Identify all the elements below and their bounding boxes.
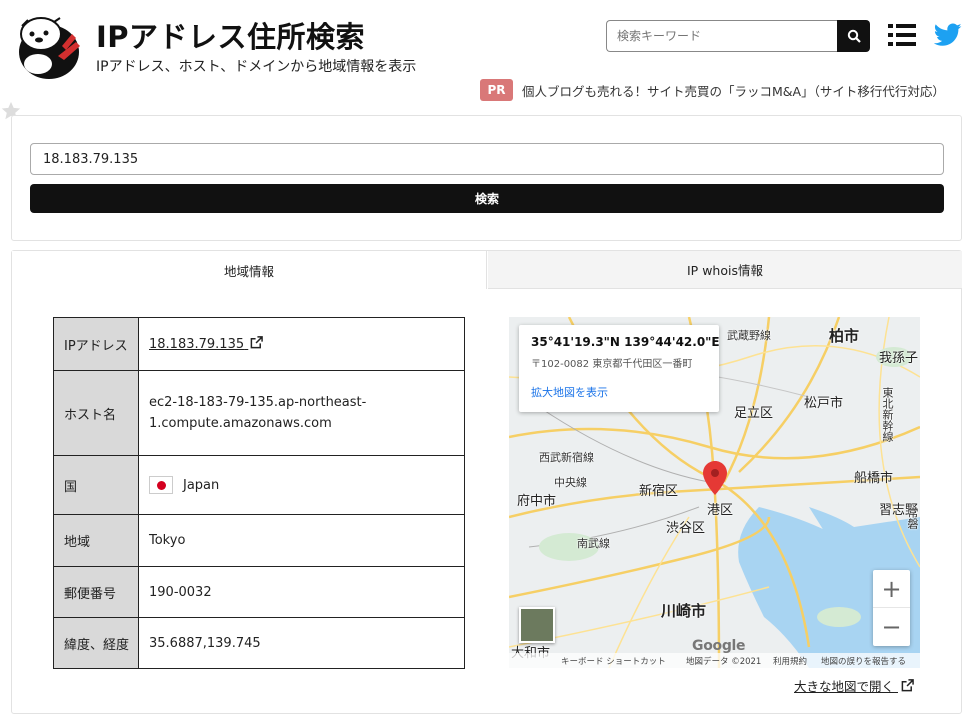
view-larger-map-link[interactable]: 拡大地図を表示 — [531, 384, 707, 400]
keyboard-shortcuts-link[interactable]: キーボード ショートカット — [561, 655, 666, 667]
row-label-ip: IPアドレス — [53, 317, 139, 371]
search-submit-button[interactable]: 検索 — [30, 184, 944, 213]
japan-flag-icon — [149, 476, 173, 494]
postal-code-value: 190-0032 — [138, 566, 465, 618]
search-button[interactable] — [837, 20, 870, 52]
zoom-controls: + − — [873, 570, 910, 646]
table-row: ホスト名 ec2-18-183-79-135.ap-northeast- 1.c… — [53, 370, 465, 456]
row-label-postal: 郵便番号 — [53, 566, 139, 618]
map-attribution-bar: キーボード ショートカット 地図データ ©2021 利用規約 地図の誤りを報告す… — [509, 653, 920, 668]
map-label-kawasaki: 川崎市 — [661, 602, 707, 620]
site-title[interactable]: IPアドレス住所検索 — [96, 14, 365, 56]
pr-badge: PR — [480, 79, 513, 101]
ip-info-table: IPアドレス 18.183.79.135 ホスト名 ec2-18-183-79-… — [53, 317, 465, 669]
map-label-abiko: 我孫子 — [879, 351, 919, 366]
tab-geo-info[interactable]: 地域情報 — [12, 251, 487, 289]
popup-coordinates: 35°41'19.3"N 139°44'42.0"E — [531, 335, 720, 349]
row-label-region: 地域 — [53, 514, 139, 567]
map-data-credit: 地図データ ©2021 — [686, 657, 762, 667]
ip-search-panel: 検索 — [11, 115, 962, 241]
google-map[interactable]: 柏市 我孫子 松戸市 足立区 船橋市 習志野 新宿区 港区 渋谷区 府中市 川崎… — [509, 317, 920, 668]
list-menu-icon[interactable] — [888, 23, 916, 47]
report-error-link[interactable]: 地図の誤りを報告する — [821, 655, 906, 667]
external-link-icon — [250, 335, 264, 348]
row-label-country: 国 — [53, 455, 139, 515]
twitter-icon[interactable] — [934, 22, 962, 48]
map-label-fuchu: 府中市 — [517, 494, 557, 509]
map-label-matsudo: 松戸市 — [804, 396, 844, 411]
row-label-latlng: 緯度、経度 — [53, 617, 139, 669]
results-panel: 地域情報 IP whois情報 IPアドレス 18.183.79.135 ホスト… — [11, 250, 962, 714]
map-info-popup: 35°41'19.3"N 139°44'42.0"E 〒102-0082 東京都… — [519, 325, 720, 412]
table-row: 国 Japan — [53, 455, 465, 515]
country-value: Japan — [183, 477, 220, 493]
open-large-map-link[interactable]: 大きな地図で開く — [794, 676, 914, 695]
table-row: 地域 Tokyo — [53, 514, 465, 567]
map-label-tohoku-line: 東北新幹線 — [881, 387, 894, 442]
external-link-icon — [901, 679, 914, 692]
map-pin-icon[interactable] — [703, 461, 727, 495]
table-row: IPアドレス 18.183.79.135 — [53, 317, 465, 371]
popup-address: 〒102-0082 東京都千代田区一番町 — [531, 359, 693, 370]
table-row: 緯度、経度 35.6887,139.745 — [53, 617, 465, 669]
map-label-minato: 港区 — [707, 503, 734, 518]
table-row: 郵便番号 190-0032 — [53, 566, 465, 618]
search-icon — [847, 29, 861, 43]
site-subtitle: IPアドレス、ホスト、ドメインから地域情報を表示 — [96, 59, 417, 75]
region-value: Tokyo — [138, 514, 465, 567]
map-label-joban: 常磐 — [906, 507, 919, 529]
map-label-kashiwa: 柏市 — [829, 327, 860, 345]
ip-address-link[interactable]: 18.183.79.135 — [149, 335, 264, 352]
zoom-out-button[interactable]: − — [873, 608, 910, 646]
map-label-shinjuku: 新宿区 — [639, 484, 679, 499]
terms-link[interactable]: 利用規約 — [773, 655, 807, 667]
map-label-shibuya: 渋谷区 — [666, 521, 706, 536]
zoom-in-button[interactable]: + — [873, 570, 910, 608]
map-label-chuo-line: 中央線 — [554, 476, 587, 489]
google-logo: Google — [692, 638, 746, 654]
tab-ip-whois[interactable]: IP whois情報 — [488, 251, 962, 289]
latlng-value: 35.6887,139.745 — [138, 617, 465, 669]
ip-address-input[interactable] — [30, 143, 944, 175]
promo-link[interactable]: 個人ブログも売れる！サイト売買の「ラッコM&A」（サイト移行代行対応） — [522, 81, 945, 100]
keyword-search-input[interactable] — [606, 20, 838, 52]
site-header: IPアドレス住所検索 IPアドレス、ホスト、ドメインから地域情報を表示 PR 個… — [0, 0, 980, 110]
satellite-view-toggle[interactable] — [519, 607, 555, 643]
host-name-value: ec2-18-183-79-135.ap-northeast- 1.comput… — [138, 370, 465, 456]
otter-mascot-logo[interactable] — [14, 12, 84, 80]
row-label-host: ホスト名 — [53, 370, 139, 456]
map-label-nambu-line: 南武線 — [577, 537, 610, 550]
map-label-musashino-line: 武蔵野線 — [727, 329, 771, 342]
map-label-funabashi: 船橋市 — [854, 471, 894, 486]
map-label-seibu-line: 西武新宿線 — [539, 451, 594, 464]
map-label-adachi: 足立区 — [734, 406, 774, 421]
